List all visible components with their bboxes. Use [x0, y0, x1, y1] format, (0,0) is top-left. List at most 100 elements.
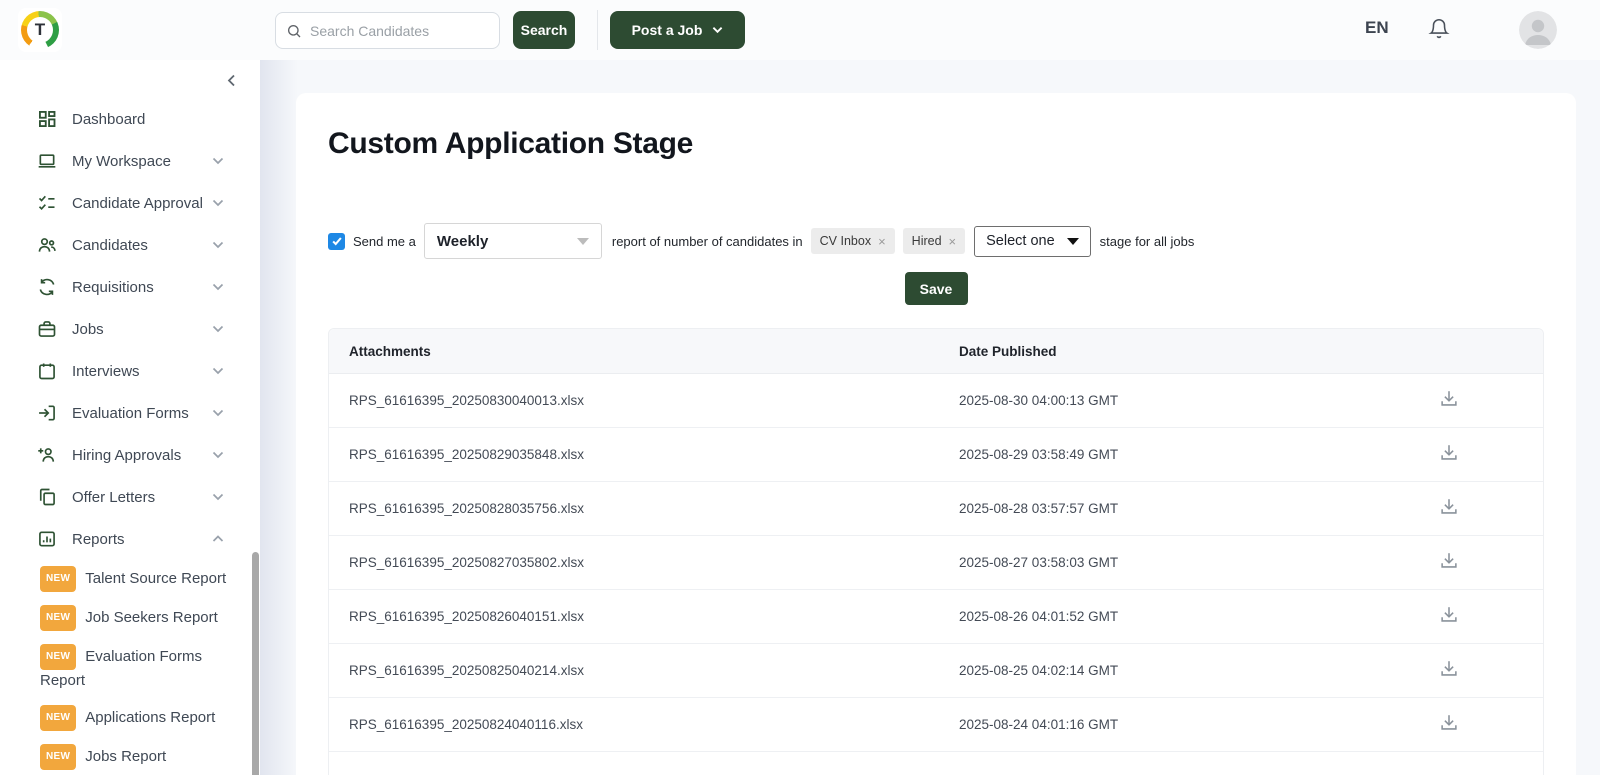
- sidebar-item-dashboard[interactable]: Dashboard: [0, 98, 260, 140]
- stage-tag-cv-inbox: CV Inbox ×: [811, 228, 895, 254]
- date-published-value: 2025-08-29 03:58:49 GMT: [959, 447, 1425, 462]
- table-row: RPS_61616395_20250826040151.xlsx 2025-08…: [329, 590, 1543, 644]
- date-published-value: 2025-08-27 03:58:03 GMT: [959, 555, 1425, 570]
- download-icon[interactable]: [1433, 708, 1465, 741]
- sidebar-nav-list: Dashboard My Workspace Candidate Approva…: [0, 60, 260, 560]
- subitem-label: Applications Report: [85, 709, 215, 726]
- download-icon[interactable]: [1433, 492, 1465, 525]
- frequency-dropdown[interactable]: Weekly: [424, 223, 602, 259]
- stage-select-value: Select one: [986, 233, 1055, 249]
- attachment-file-name: RPS_61616395_20250827035802.xlsx: [349, 555, 959, 570]
- download-icon[interactable]: [1433, 384, 1465, 417]
- subitem-label: Jobs Report: [85, 748, 166, 765]
- top-bar: T Search Post a Job EN: [0, 0, 1600, 60]
- new-badge: NEW: [40, 705, 76, 731]
- sidebar-subitem-talent-source-report[interactable]: NEWTalent Source Report: [40, 566, 246, 592]
- new-badge: NEW: [40, 744, 76, 770]
- table-row: RPS_61616395_20250829035848.xlsx 2025-08…: [329, 428, 1543, 482]
- search-input[interactable]: [310, 23, 489, 39]
- sidebar-item-candidate-approval[interactable]: Candidate Approval: [0, 182, 260, 224]
- sidebar-item-label: Jobs: [72, 321, 104, 338]
- stage-select-dropdown[interactable]: Select one: [974, 226, 1091, 257]
- chevron-down-icon: [212, 451, 224, 459]
- notifications-bell-icon[interactable]: [1428, 16, 1450, 43]
- sidebar-item-reports[interactable]: Reports: [0, 518, 260, 560]
- sidebar-item-label: Interviews: [72, 363, 140, 380]
- dashboard-icon: [37, 109, 57, 129]
- download-icon[interactable]: [1433, 654, 1465, 687]
- attachments-table: Attachments Date Published RPS_61616395_…: [328, 328, 1544, 775]
- search-button[interactable]: Search: [513, 11, 575, 49]
- check-icon: [331, 235, 343, 247]
- sidebar-item-jobs[interactable]: Jobs: [0, 308, 260, 350]
- remove-tag-icon[interactable]: ×: [878, 234, 886, 249]
- download-icon[interactable]: [1433, 546, 1465, 579]
- reports-submenu: NEWTalent Source Report NEWJob Seekers R…: [0, 560, 260, 770]
- sidebar-scrollbar[interactable]: [252, 552, 259, 775]
- sidebar-subitem-job-seekers-report[interactable]: NEWJob Seekers Report: [40, 605, 246, 631]
- table-row: RPS_61616395_20250830040013.xlsx 2025-08…: [329, 374, 1543, 428]
- sidebar: Dashboard My Workspace Candidate Approva…: [0, 60, 260, 775]
- app-logo[interactable]: T: [18, 8, 62, 52]
- frequency-value: Weekly: [437, 233, 488, 250]
- chevron-down-icon: [212, 157, 224, 165]
- chevron-down-icon: [212, 325, 224, 333]
- save-button[interactable]: Save: [905, 272, 968, 305]
- chevron-down-icon: [212, 409, 224, 417]
- chevron-down-icon: [212, 241, 224, 249]
- jobs-icon: [37, 319, 57, 339]
- logo-ring-icon: T: [21, 11, 59, 49]
- sidebar-item-offer-letters[interactable]: Offer Letters: [0, 476, 260, 518]
- remove-tag-icon[interactable]: ×: [949, 234, 957, 249]
- chevron-down-icon: [712, 26, 723, 34]
- date-published-value: 2025-08-30 04:00:13 GMT: [959, 393, 1425, 408]
- attachment-file-name: RPS_61616395_20250825040214.xlsx: [349, 663, 959, 678]
- sidebar-item-label: Reports: [72, 531, 125, 548]
- date-published-value: 2025-08-28 03:57:57 GMT: [959, 501, 1425, 516]
- download-icon[interactable]: [1433, 438, 1465, 471]
- chevron-up-icon: [212, 535, 224, 543]
- date-published-value: 2025-08-25 04:02:14 GMT: [959, 663, 1425, 678]
- weekly-report-checkbox[interactable]: [328, 233, 345, 250]
- sidebar-collapse-button[interactable]: [223, 70, 240, 94]
- new-badge: NEW: [40, 605, 76, 631]
- stage-suffix-label: stage for all jobs: [1100, 234, 1195, 249]
- report-middle-label: report of number of candidates in: [612, 234, 803, 249]
- search-icon: [286, 23, 302, 39]
- send-me-a-label: Send me a: [353, 234, 416, 249]
- sidebar-subitem-jobs-report[interactable]: NEW Jobs Report: [40, 744, 246, 770]
- sidebar-item-candidates[interactable]: Candidates: [0, 224, 260, 266]
- sidebar-item-label: Evaluation Forms: [72, 405, 189, 422]
- sidebar-item-hiring-approvals[interactable]: Hiring Approvals: [0, 434, 260, 476]
- candidate-approval-icon: [37, 193, 57, 213]
- sidebar-item-requisitions[interactable]: Requisitions: [0, 266, 260, 308]
- chevron-down-icon: [212, 367, 224, 375]
- post-a-job-button[interactable]: Post a Job: [610, 11, 745, 49]
- subitem-label: Talent Source Report: [85, 570, 226, 587]
- date-published-value: 2025-08-26 04:01:52 GMT: [959, 609, 1425, 624]
- sidebar-subitem-applications-report[interactable]: NEW Applications Report: [40, 705, 246, 731]
- user-avatar[interactable]: [1519, 11, 1557, 49]
- chevron-down-icon: [577, 238, 589, 245]
- page-title: Custom Application Stage: [328, 127, 1544, 161]
- attachment-file-name: RPS_61616395_20250829035848.xlsx: [349, 447, 959, 462]
- report-settings-row: Send me a Weekly report of number of can…: [328, 223, 1544, 259]
- new-badge: NEW: [40, 644, 76, 670]
- language-selector[interactable]: EN: [1365, 18, 1389, 38]
- sidebar-item-label: Dashboard: [72, 111, 145, 128]
- topbar-divider: [597, 10, 598, 50]
- requisitions-icon: [37, 277, 57, 297]
- sidebar-item-evaluation-forms[interactable]: Evaluation Forms: [0, 392, 260, 434]
- main-content: Custom Application Stage Send me a Weekl…: [260, 60, 1600, 775]
- sidebar-subitem-evaluation-forms-report[interactable]: NEWEvaluation Forms Report: [40, 644, 246, 692]
- table-row: RPS_61616395_20250825040214.xlsx 2025-08…: [329, 644, 1543, 698]
- download-icon[interactable]: [1433, 600, 1465, 633]
- sidebar-item-interviews[interactable]: Interviews: [0, 350, 260, 392]
- column-header-attachments: Attachments: [349, 344, 959, 359]
- chevron-down-icon: [212, 199, 224, 207]
- table-row: RPS_61616395_20250827035802.xlsx 2025-08…: [329, 536, 1543, 590]
- chevron-down-icon: [212, 493, 224, 501]
- sidebar-item-label: Candidates: [72, 237, 148, 254]
- sidebar-item-my-workspace[interactable]: My Workspace: [0, 140, 260, 182]
- table-row: RPS_61616395_20250824040116.xlsx 2025-08…: [329, 698, 1543, 752]
